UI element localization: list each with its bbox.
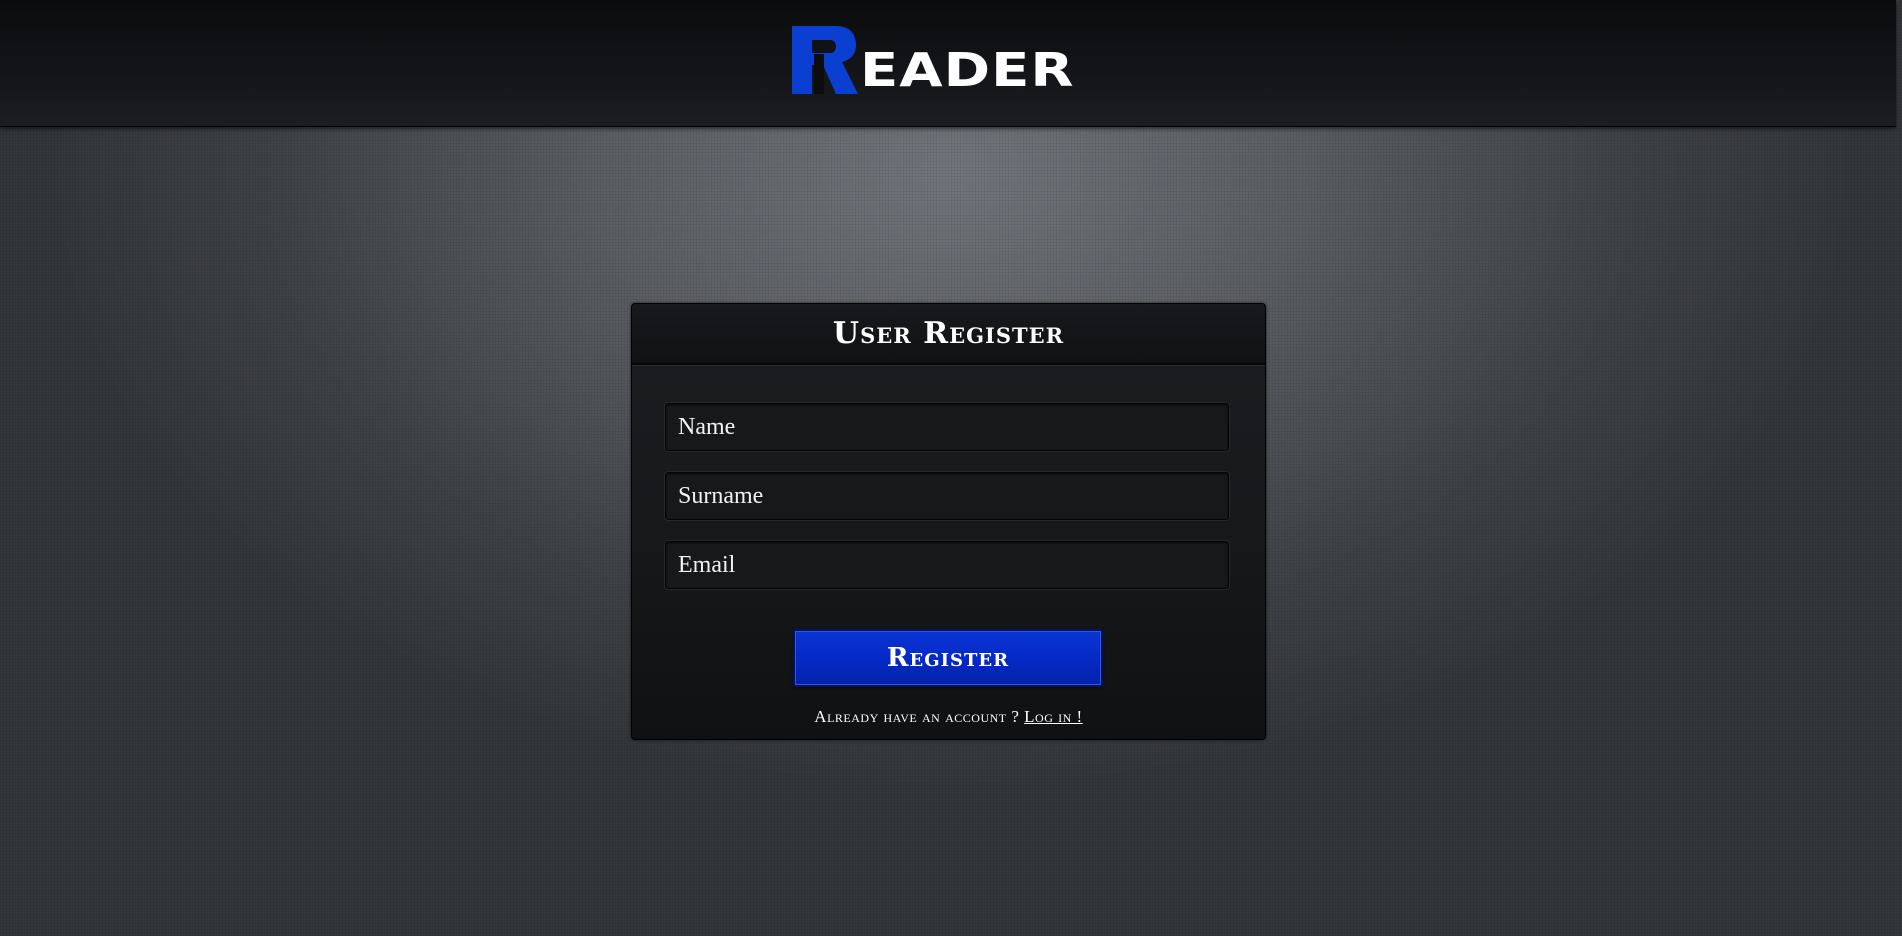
top-header-bar: EADER [0,0,1896,127]
register-title: User Register [832,316,1065,351]
logo-wordmark: EADER [860,43,1075,98]
login-link[interactable]: Log in ! [1024,707,1083,726]
reader-logo[interactable]: EADER [792,24,1074,94]
register-panel-header: User Register [632,304,1265,365]
name-field[interactable] [665,403,1229,451]
register-panel: User Register Register Already have an a… [631,303,1266,740]
register-button[interactable]: Register [793,629,1103,687]
surname-field[interactable] [665,472,1229,520]
logo-r-glyph [792,26,858,94]
login-prompt: Already have an account ? Log in ! [632,707,1265,727]
email-field[interactable] [665,541,1229,589]
login-prompt-text: Already have an account ? [814,707,1020,726]
